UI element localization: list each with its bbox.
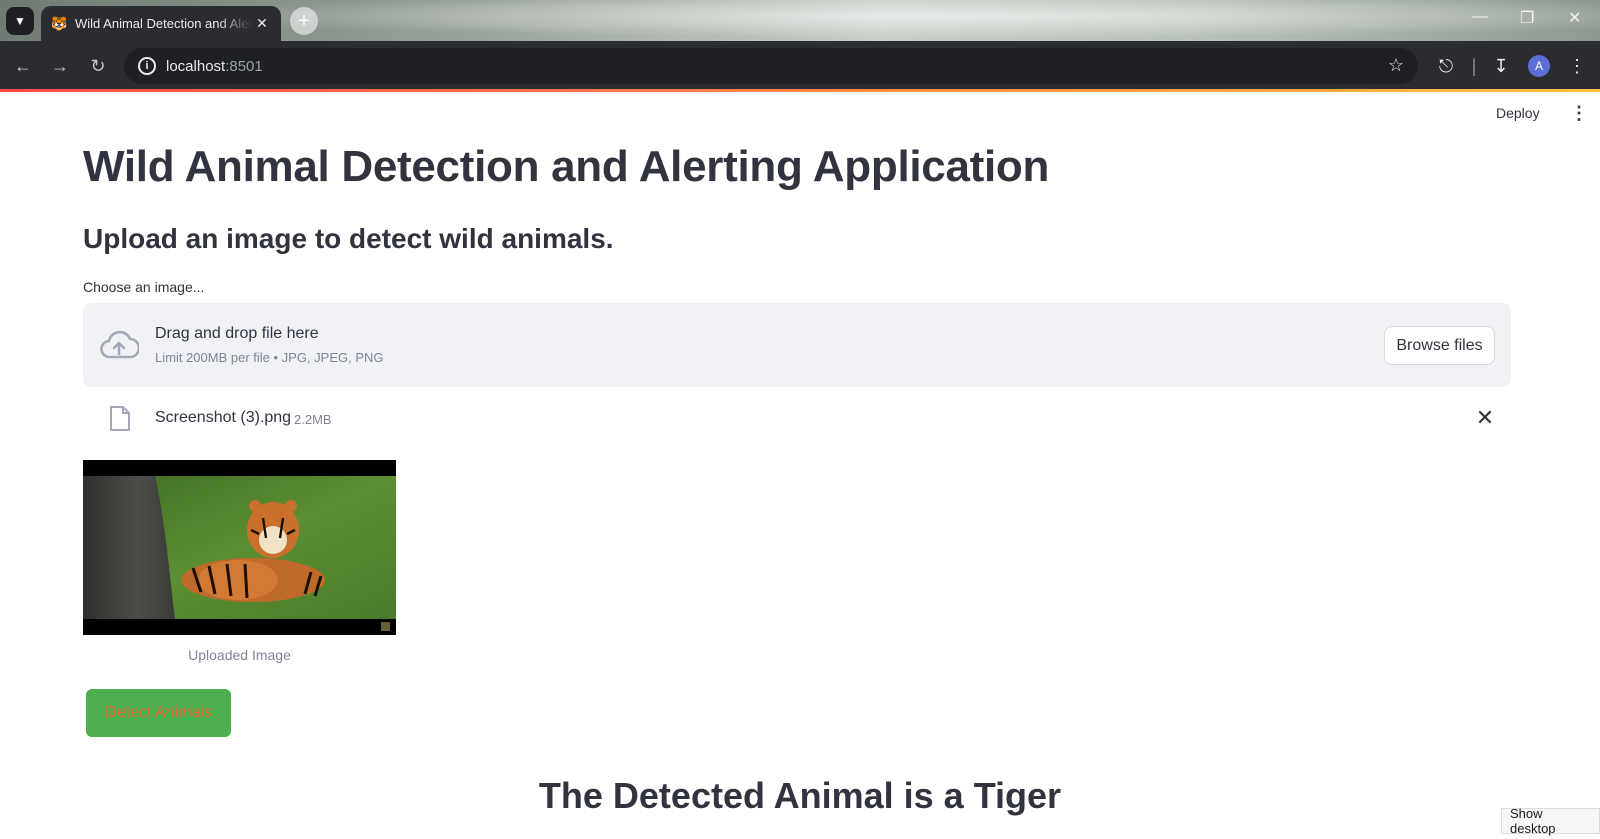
site-info-icon[interactable]: i <box>138 57 156 75</box>
reload-icon[interactable]: ↻ <box>86 54 110 78</box>
browse-files-button[interactable]: Browse files <box>1384 326 1495 365</box>
browser-toolbar: ← → ↻ i localhost:8501 ☆ ⎋ | ↧ A ⋮ <box>0 41 1600 91</box>
tab-close-icon[interactable]: ✕ <box>253 15 271 32</box>
app-menu-icon[interactable]: ⋮ <box>1570 103 1588 124</box>
forward-arrow-icon[interactable]: → <box>48 54 72 78</box>
uploaded-image <box>83 460 396 635</box>
extensions-icon[interactable]: ⎋ <box>1434 54 1458 78</box>
new-tab-button[interactable]: + <box>290 7 318 35</box>
browser-tab[interactable]: 🐯 Wild Animal Detection and Alerting App… <box>41 6 281 41</box>
dropzone-hint: Limit 200MB per file • JPG, JPEG, PNG <box>155 350 384 365</box>
chevron-down-icon: ▼ <box>14 14 26 28</box>
file-icon <box>110 406 130 431</box>
tiger-favicon-icon: 🐯 <box>51 15 68 31</box>
uploaded-file-name: Screenshot (3).png <box>155 409 292 426</box>
restore-icon[interactable]: ❐ <box>1520 8 1534 28</box>
plus-icon: + <box>298 9 310 32</box>
uploaded-file-size: 2.2MB <box>294 412 332 427</box>
image-caption: Uploaded Image <box>188 647 291 663</box>
address-bar[interactable]: i localhost:8501 ☆ <box>124 48 1418 84</box>
toolbar-divider: | <box>1471 56 1477 76</box>
page-title: Wild Animal Detection and Alerting Appli… <box>83 142 1050 191</box>
page-subtitle: Upload an image to detect wild animals. <box>83 223 614 254</box>
tab-title: Wild Animal Detection and Alerting Appli… <box>75 16 253 31</box>
url-host: localhost <box>166 57 226 75</box>
deploy-button[interactable]: Deploy <box>1496 105 1540 121</box>
profile-avatar[interactable]: A <box>1528 55 1550 77</box>
back-arrow-icon[interactable]: ← <box>11 54 35 78</box>
file-dropzone[interactable]: Drag and drop file here Limit 200MB per … <box>83 303 1511 387</box>
streamlit-top-decoration <box>0 89 1600 92</box>
url-port: :8501 <box>225 57 263 75</box>
detect-animals-button[interactable]: Detect Animals <box>86 689 231 737</box>
uploaded-file-row: Screenshot (3).png 2.2MB ✕ <box>83 397 1511 441</box>
show-desktop-tooltip: Show desktop <box>1501 806 1600 836</box>
uploader-label: Choose an image... <box>83 279 205 295</box>
dropzone-title: Drag and drop file here <box>155 325 319 342</box>
remove-file-icon[interactable]: ✕ <box>1473 405 1497 431</box>
bookmark-star-icon[interactable]: ☆ <box>1388 55 1404 76</box>
cloud-upload-icon <box>100 330 139 359</box>
browser-titlebar: ▼ 🐯 Wild Animal Detection and Alerting A… <box>0 0 1600 41</box>
download-icon[interactable]: ↧ <box>1489 54 1513 78</box>
tab-search-button[interactable]: ▼ <box>6 7 34 35</box>
browser-menu-icon[interactable]: ⋮ <box>1565 54 1589 78</box>
detection-result: The Detected Animal is a Tiger <box>538 775 1062 816</box>
window-close-icon[interactable]: ✕ <box>1568 8 1581 28</box>
minimize-icon[interactable]: — <box>1472 8 1488 26</box>
tiger-photo <box>83 460 396 635</box>
